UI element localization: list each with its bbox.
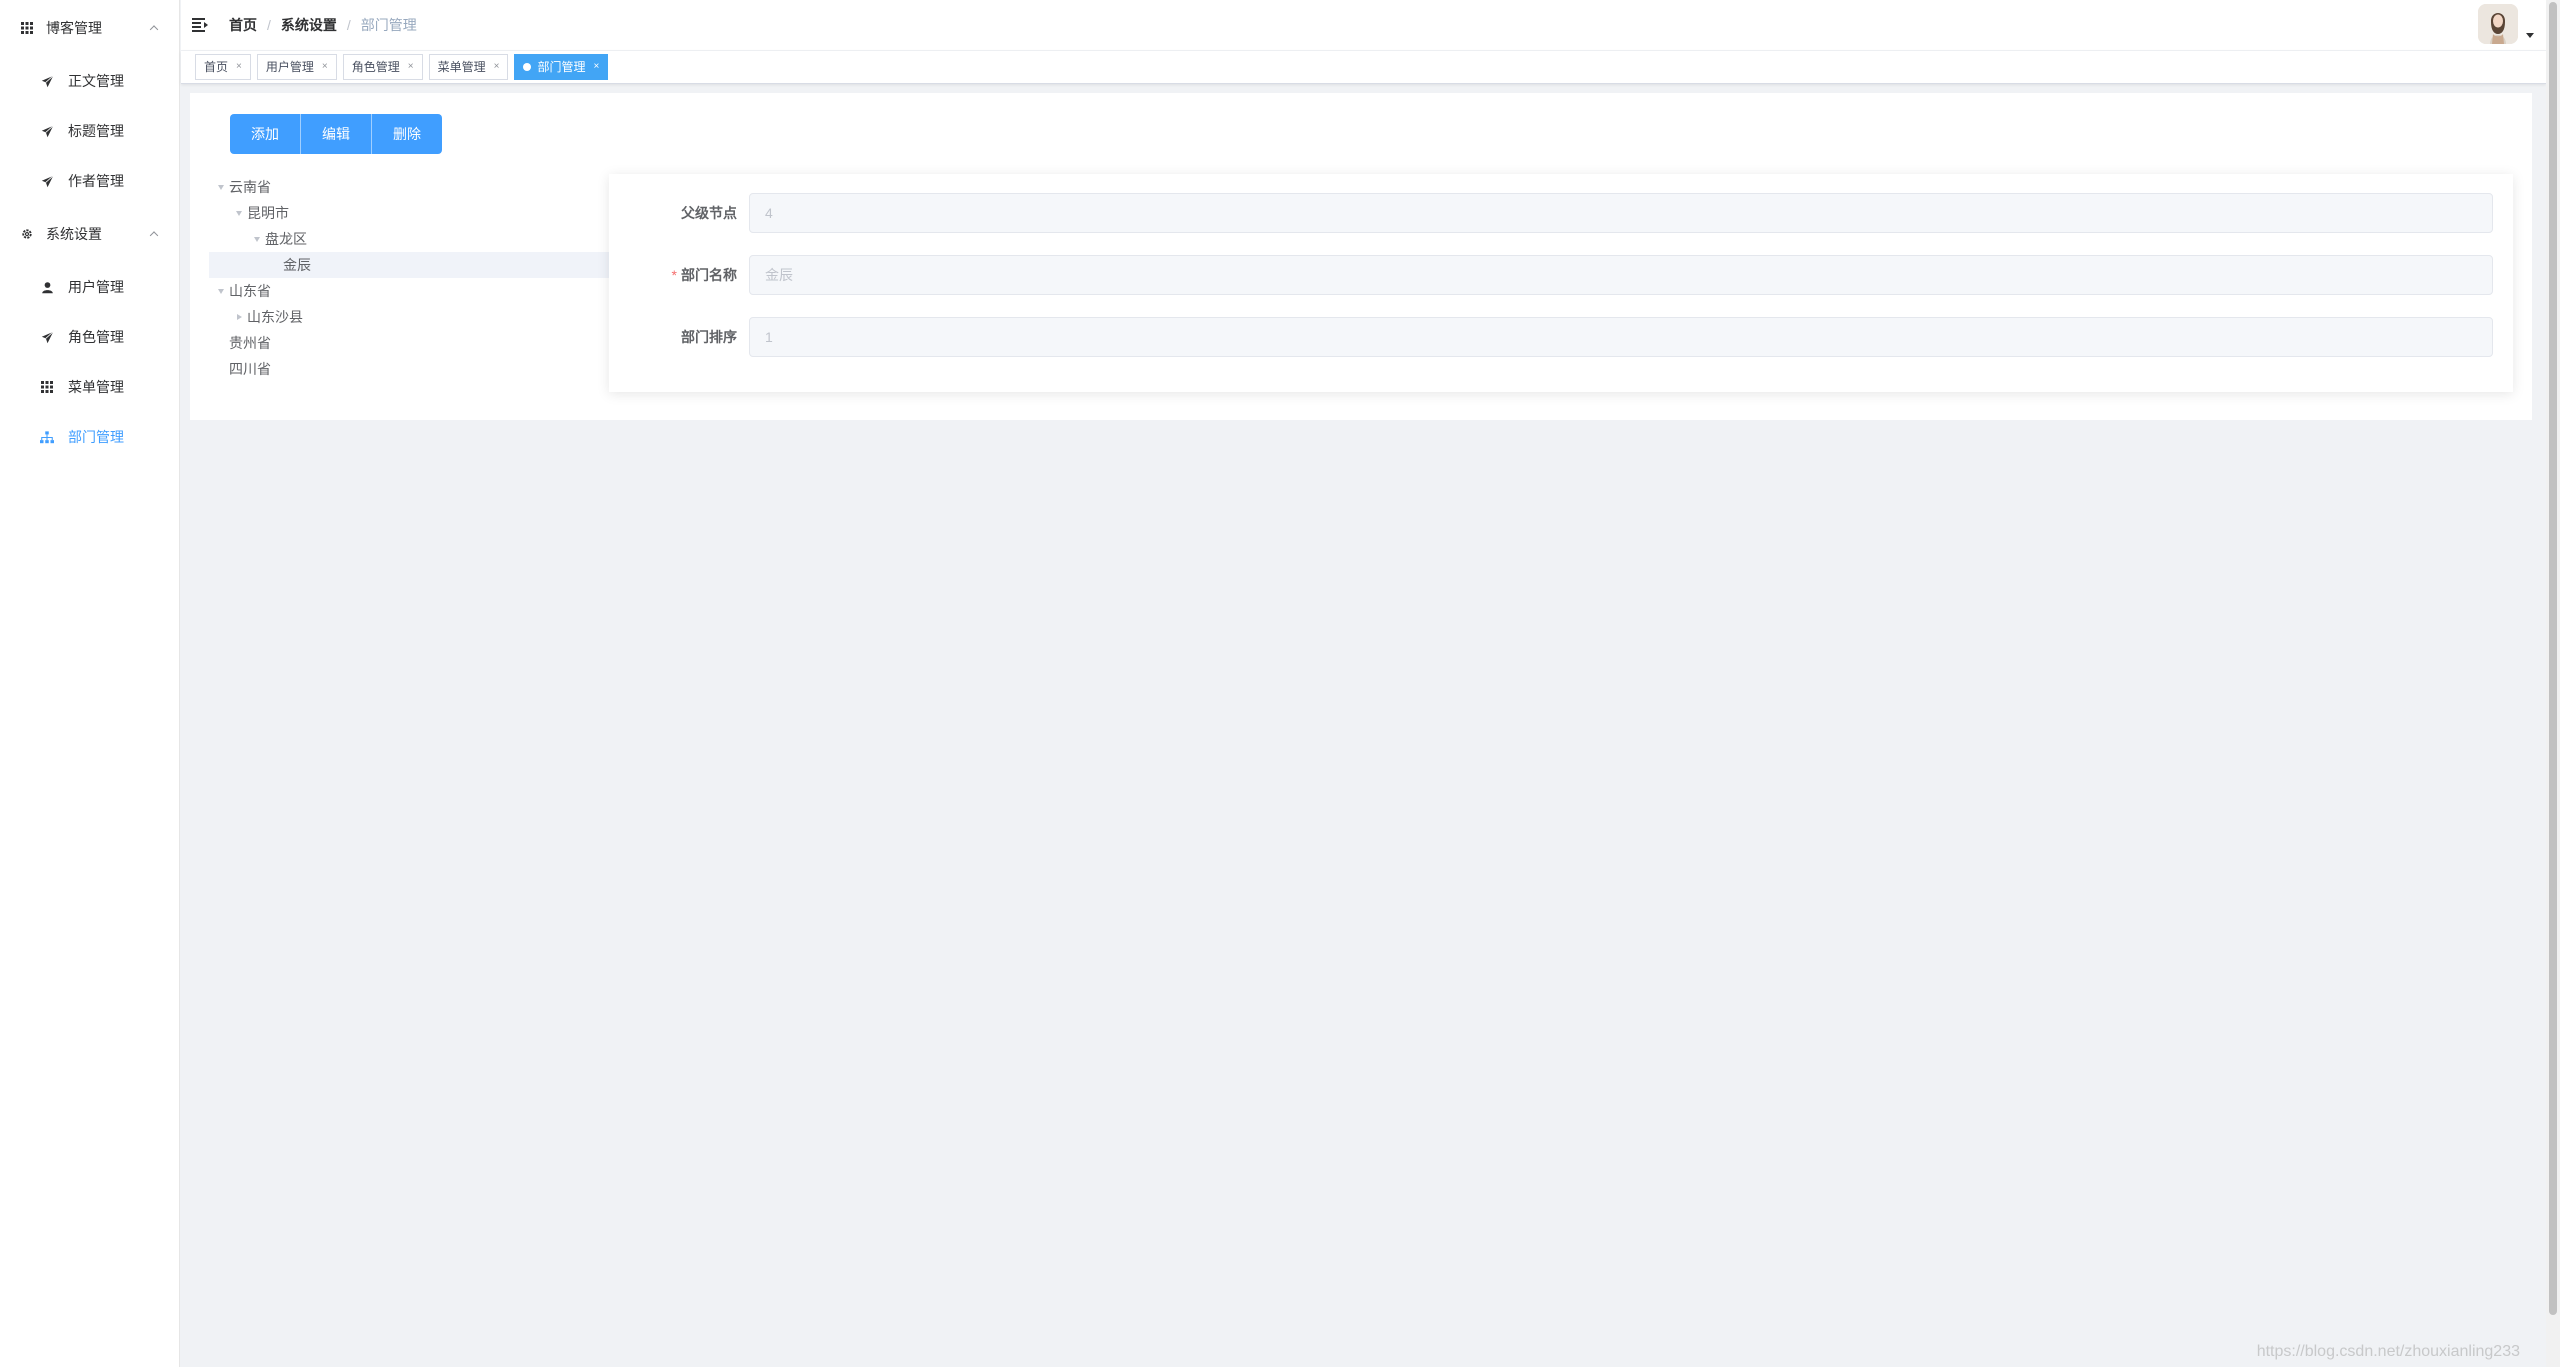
sidebar-group-system[interactable]: 系统设置 [0,206,179,262]
tags-view: 首页 × 用户管理 × 角色管理 × 菜单管理 × 部门管理 × [181,51,2546,84]
org-tree-icon [40,430,54,444]
parent-node-input[interactable]: 4 [749,193,2493,233]
tree-node-current[interactable]: 金辰 [209,252,609,278]
expand-icon[interactable] [233,207,245,219]
sidebar-item-label: 标题管理 [68,123,124,139]
close-icon[interactable]: × [494,55,500,79]
tag-label: 用户管理 [265,60,314,74]
expand-icon[interactable] [215,285,227,297]
tree-node[interactable]: 昆明市 [209,200,609,226]
chevron-up-icon [149,25,159,34]
tag-label: 角色管理 [351,60,400,74]
toolbar: 添加 编辑 删除 [230,114,442,154]
collapse-icon[interactable] [233,311,245,323]
navbar: 首页 / 系统设置 / 部门管理 [181,0,2546,50]
required-asterisk: * [671,267,677,283]
sidebar-item-users[interactable]: 用户管理 [0,262,179,312]
user-dropdown[interactable] [2478,4,2534,44]
tree-node[interactable]: 云南省 [209,174,609,200]
sidebar-item-title[interactable]: 标题管理 [0,106,179,156]
tree-node-label: 云南省 [229,179,271,195]
tree-node[interactable]: 盘龙区 [209,226,609,252]
sidebar-group-blog[interactable]: 博客管理 [0,0,179,56]
tree-node-label: 贵州省 [229,335,271,351]
sidebar-item-label: 角色管理 [68,329,124,345]
hamburger-icon[interactable] [191,16,209,34]
tree-node-label: 金辰 [283,257,311,273]
tag-departments[interactable]: 部门管理 × [514,54,609,80]
tree-node[interactable]: 四川省 [209,356,609,382]
department-card: 添加 编辑 删除 云南省 昆明市 盘龙区 金辰 山东省 山东沙县 贵州省 四川省… [190,93,2532,420]
grid-icon [20,21,34,35]
form-row-parent: 父级节点 4 [609,192,2513,234]
gear-icon [20,227,34,241]
sidebar-item-label: 正文管理 [68,73,124,89]
tree-node-label: 山东省 [229,283,271,299]
department-name-input[interactable]: 金辰 [749,255,2493,295]
expand-icon[interactable] [215,181,227,193]
tree-node-label: 昆明市 [247,205,289,221]
edit-button[interactable]: 编辑 [301,114,372,154]
department-name-label: * 部门名称 [671,267,737,283]
sidebar-item-menus[interactable]: 菜单管理 [0,362,179,412]
form-row-sort: 部门排序 1 [609,316,2513,358]
tag-users[interactable]: 用户管理 × [256,54,337,80]
breadcrumb: 首页 / 系统设置 / 部门管理 [229,15,417,35]
sidebar-item-label: 用户管理 [68,279,124,295]
caret-down-icon [2526,33,2534,38]
sidebar-item-label: 部门管理 [68,429,124,445]
tree-node[interactable]: 山东沙县 [209,304,609,330]
watermark: https://blog.csdn.net/zhouxianling233 [2256,1343,2520,1360]
expand-icon[interactable] [251,233,263,245]
sidebar-group-label: 博客管理 [46,20,102,36]
close-icon[interactable]: × [593,55,599,79]
paper-plane-icon [40,174,54,188]
close-icon[interactable]: × [408,55,414,79]
department-form: 父级节点 4 * 部门名称 金辰 部门排序 1 [609,174,2513,392]
user-icon [40,280,54,294]
sidebar-item-author[interactable]: 作者管理 [0,156,179,206]
sidebar-group-label: 系统设置 [46,226,102,242]
department-tree: 云南省 昆明市 盘龙区 金辰 山东省 山东沙县 贵州省 四川省 [209,174,609,382]
sidebar-item-roles[interactable]: 角色管理 [0,312,179,362]
sidebar-item-departments[interactable]: 部门管理 [0,412,179,462]
sidebar-item-label: 菜单管理 [68,379,124,395]
tag-label: 菜单管理 [437,60,486,74]
breadcrumb-separator: / [346,17,351,33]
tag-roles[interactable]: 角色管理 × [342,54,423,80]
paper-plane-icon [40,124,54,138]
tag-home[interactable]: 首页 × [195,54,251,80]
tree-node[interactable]: 贵州省 [209,330,609,356]
tree-node-label: 四川省 [229,361,271,377]
parent-node-label: 父级节点 [681,205,737,221]
paper-plane-icon [40,74,54,88]
sidebar-item-content[interactable]: 正文管理 [0,56,179,106]
close-icon[interactable]: × [322,55,328,79]
tree-node[interactable]: 山东省 [209,278,609,304]
page-scrollbar[interactable] [2546,0,2560,1367]
tree-node-label: 山东沙县 [247,309,303,325]
breadcrumb-item[interactable]: 首页 [229,15,257,35]
chevron-up-icon [149,231,159,240]
tag-menus[interactable]: 菜单管理 × [428,54,509,80]
grid-icon [40,380,54,394]
scrollbar-thumb[interactable] [2549,2,2557,1315]
paper-plane-icon [40,330,54,344]
department-sort-input[interactable]: 1 [749,317,2493,357]
avatar[interactable] [2478,4,2518,44]
delete-button[interactable]: 删除 [372,114,442,154]
tag-label: 首页 [204,60,229,74]
tag-label: 部门管理 [537,60,586,74]
active-dot-icon [523,63,532,71]
breadcrumb-item-current: 部门管理 [360,17,417,33]
sidebar-item-label: 作者管理 [68,173,124,189]
tree-node-label: 盘龙区 [265,231,307,247]
department-sort-label: 部门排序 [681,329,737,345]
add-button[interactable]: 添加 [230,114,301,154]
breadcrumb-item[interactable]: 系统设置 [281,15,337,35]
close-icon[interactable]: × [236,55,242,79]
sidebar: 博客管理 正文管理 标题管理 作者管理 系统设置 用户管理 角色管理 菜单管理 … [0,0,180,1367]
form-row-name: * 部门名称 金辰 [609,254,2513,296]
breadcrumb-separator: / [267,17,271,33]
